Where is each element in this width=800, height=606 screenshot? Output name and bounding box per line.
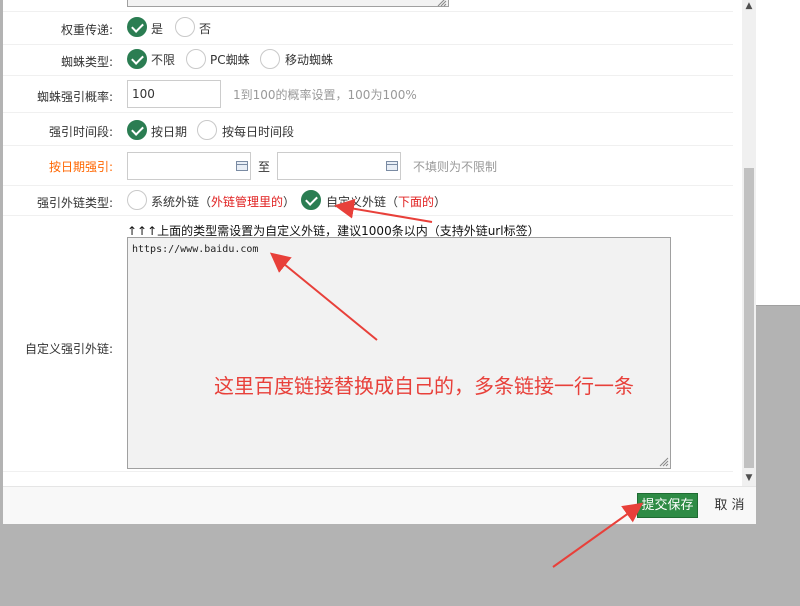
- link-system-label[interactable]: 系统外链（外链管理里的）: [151, 193, 295, 210]
- spider-prob-hint: 1到100的概率设置，100为100%: [233, 88, 417, 102]
- backdrop-divider: [756, 305, 800, 306]
- spider-any-label[interactable]: 不限: [151, 51, 175, 68]
- time-by-date-radio[interactable]: [127, 120, 147, 140]
- row-weight: 权重传递: 是 否: [3, 12, 733, 45]
- link-system-radio[interactable]: [127, 190, 147, 210]
- resize-grip-icon[interactable]: [659, 457, 669, 467]
- spider-type-label: 蜘蛛类型:: [60, 55, 113, 69]
- scroll-thumb[interactable]: [744, 168, 754, 468]
- time-by-daily-radio[interactable]: [197, 120, 217, 140]
- backdrop-panel: [756, 0, 800, 305]
- row-date-range: 按日期强引: 至 不填则为不限制: [3, 146, 733, 186]
- row-time-period: 强引时间段: 按日期 按每日时间段: [3, 113, 733, 146]
- calendar-icon[interactable]: [236, 161, 248, 171]
- weight-yes-label[interactable]: 是: [151, 20, 163, 37]
- row-spider-type: 蜘蛛类型: 不限 PC蜘蛛 移动蜘蛛: [3, 45, 733, 76]
- date-range-label: 按日期强引:: [48, 160, 113, 174]
- spider-mobile-label[interactable]: 移动蜘蛛: [285, 51, 333, 68]
- spider-prob-label: 蜘蛛强引概率:: [36, 90, 113, 104]
- weight-label: 权重传递:: [60, 23, 113, 37]
- custom-links-textarea[interactable]: https://www.baidu.com: [127, 237, 671, 469]
- weight-no-radio[interactable]: [175, 17, 195, 37]
- custom-links-label: 自定义强引外链:: [24, 342, 113, 356]
- scroll-up-icon[interactable]: ▲: [744, 0, 754, 12]
- date-range-to: 至: [258, 160, 271, 174]
- weight-no-label[interactable]: 否: [199, 20, 211, 37]
- spider-pc-label[interactable]: PC蜘蛛: [210, 51, 250, 68]
- row-link-type: 强引外链类型: 系统外链（外链管理里的） 自定义外链（下面的）: [3, 186, 733, 216]
- scroll-down-icon[interactable]: ▼: [744, 472, 754, 484]
- annotation-text: 这里百度链接替换成自己的，多条链接一行一条: [214, 374, 634, 398]
- weight-yes-radio[interactable]: [127, 17, 147, 37]
- time-by-date-label[interactable]: 按日期: [151, 123, 187, 140]
- row-divider: [3, 0, 733, 12]
- time-period-label: 强引时间段:: [48, 125, 113, 139]
- time-by-daily-label[interactable]: 按每日时间段: [222, 123, 294, 140]
- settings-dialog: 权重传递: 是 否 蜘蛛类型: 不限 PC蜘蛛 移动蜘蛛 蜘蛛强引概率: 100…: [3, 0, 756, 524]
- submit-save-button[interactable]: 提交保存: [637, 493, 698, 518]
- date-range-hint: 不填则为不限制: [413, 160, 498, 174]
- link-type-label: 强引外链类型:: [36, 196, 113, 210]
- date-start-input[interactable]: [127, 152, 251, 180]
- date-end-input[interactable]: [277, 152, 401, 180]
- link-custom-note: 下面的: [398, 195, 435, 209]
- cancel-button[interactable]: 取 消: [709, 493, 750, 518]
- spider-prob-input[interactable]: 100: [127, 80, 221, 108]
- spider-mobile-radio[interactable]: [260, 49, 280, 69]
- spider-pc-radio[interactable]: [186, 49, 206, 69]
- spider-any-radio[interactable]: [127, 49, 147, 69]
- row-spider-prob: 蜘蛛强引概率: 100 1到100的概率设置，100为100%: [3, 76, 733, 113]
- calendar-icon[interactable]: [386, 161, 398, 171]
- dialog-body: 权重传递: 是 否 蜘蛛类型: 不限 PC蜘蛛 移动蜘蛛 蜘蛛强引概率: 100…: [3, 0, 741, 486]
- link-custom-radio[interactable]: [301, 190, 321, 210]
- link-custom-label[interactable]: 自定义外链（下面的）: [326, 193, 446, 210]
- vertical-scrollbar[interactable]: ▲ ▼: [742, 0, 756, 486]
- link-system-note: 外链管理里的: [211, 195, 284, 209]
